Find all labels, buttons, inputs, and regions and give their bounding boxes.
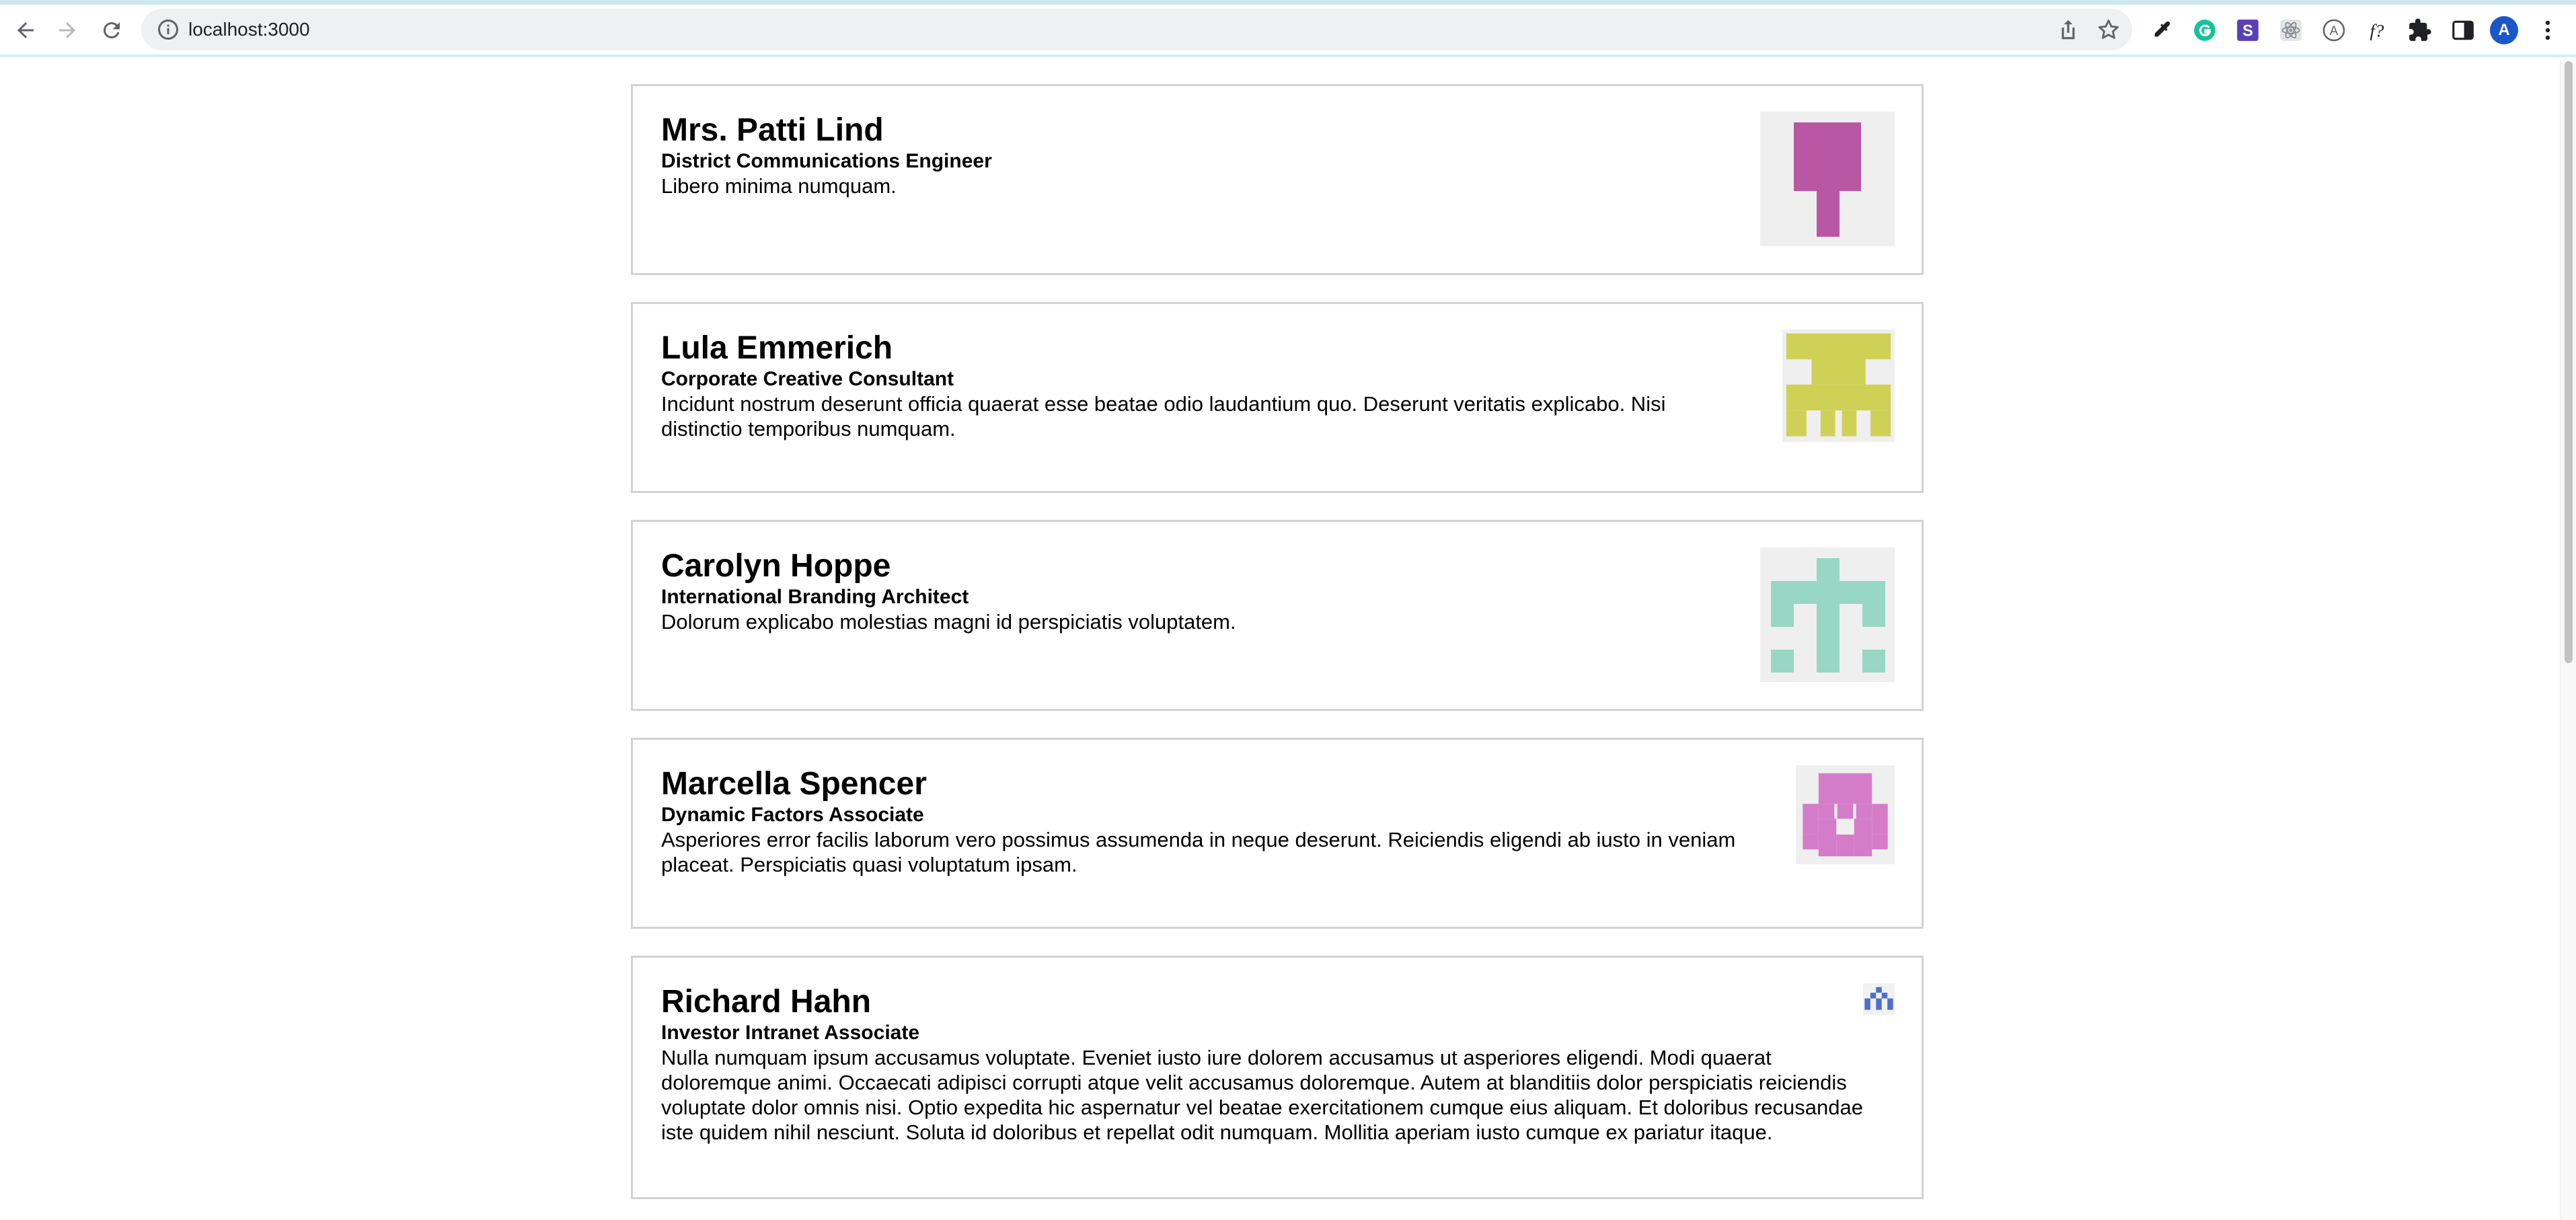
- star-icon[interactable]: [2096, 17, 2121, 42]
- profile-card: Marcella Spencer Dynamic Factors Associa…: [631, 738, 1924, 929]
- identicon-avatar: [1760, 112, 1895, 246]
- profile-job-title: Corporate Creative Consultant: [661, 368, 954, 390]
- identicon-avatar-image: [1786, 333, 1891, 436]
- profile-job-title: International Branding Architect: [661, 586, 969, 608]
- a-extension-icon[interactable]: A: [2319, 15, 2349, 45]
- profile-bio: Incidunt nostrum deserunt officia quaera…: [661, 392, 1666, 441]
- profile-avatar[interactable]: A: [2490, 16, 2518, 44]
- reload-icon[interactable]: [93, 11, 130, 49]
- identicon-pattern: [1786, 333, 1891, 436]
- page-viewport: Mrs. Patti Lind District Communications …: [0, 60, 2560, 1220]
- profile-job-title: Dynamic Factors Associate: [661, 804, 924, 826]
- profile-bio: Asperiores error facilis laborum vero po…: [661, 828, 1736, 876]
- identicon-pattern: [1771, 558, 1885, 673]
- profile-job-title: Investor Intranet Associate: [661, 1022, 920, 1044]
- profile-bio: Libero minima numquam.: [661, 174, 897, 198]
- profile-bio: Nulla numquam ipsum accusamus voluptate.…: [661, 1046, 1863, 1144]
- browser-toolbar: localhost:3000 S A f? A: [0, 5, 2576, 57]
- profile-name: Carolyn Hoppe: [661, 548, 891, 584]
- profile-text: Mrs. Patti Lind District Communications …: [661, 112, 1710, 198]
- profile-name: Marcella Spencer: [661, 766, 927, 802]
- profile-card: Mrs. Patti Lind District Communications …: [631, 84, 1924, 275]
- page-scrollbar[interactable]: [2560, 60, 2576, 1220]
- identicon-avatar-image: [1771, 558, 1885, 673]
- profile-text: Richard Hahn Investor Intranet Associate…: [661, 983, 1872, 1145]
- formula-icon[interactable]: f?: [2362, 15, 2392, 45]
- grammarly-icon[interactable]: [2190, 15, 2220, 45]
- share-icon[interactable]: [2055, 17, 2081, 42]
- profile-bio: Dolorum explicabo molestias magni id per…: [661, 610, 1236, 634]
- s-extension-icon[interactable]: S: [2233, 15, 2263, 45]
- kebab-menu-icon[interactable]: [2533, 15, 2563, 45]
- profile-text: Carolyn Hoppe International Branding Arc…: [661, 547, 1710, 634]
- identicon-avatar-image: [1803, 773, 1888, 857]
- eyedropper-icon[interactable]: [2147, 15, 2176, 45]
- identicon-avatar: [1796, 765, 1895, 864]
- profile-name: Lula Emmerich: [661, 330, 893, 366]
- svg-text:A: A: [2330, 24, 2339, 38]
- identicon-avatar: [1760, 547, 1895, 682]
- profile-name: Mrs. Patti Lind: [661, 112, 884, 148]
- profile-text: Lula Emmerich Corporate Creative Consult…: [661, 330, 1751, 441]
- url-text[interactable]: localhost:3000: [188, 18, 310, 41]
- identicon-avatar: [1863, 983, 1895, 1015]
- identicon-avatar-image: [1794, 122, 1861, 237]
- identicon-pattern: [1794, 122, 1861, 237]
- profile-job-title: District Communications Engineer: [661, 150, 992, 172]
- identicon-pattern: [1803, 773, 1888, 857]
- puzzle-icon[interactable]: [2405, 15, 2435, 45]
- sidepanel-icon[interactable]: [2448, 15, 2478, 45]
- window-top-strip: [0, 0, 2576, 5]
- profile-card: Carolyn Hoppe International Branding Arc…: [631, 520, 1924, 711]
- profile-name: Richard Hahn: [661, 984, 872, 1020]
- svg-text:S: S: [2242, 22, 2253, 40]
- svg-text:f?: f?: [2370, 21, 2384, 41]
- forward-arrow-icon[interactable]: [48, 11, 86, 49]
- identicon-avatar-image: [1864, 987, 1893, 1010]
- identicon-pattern: [1864, 987, 1893, 1010]
- address-bar[interactable]: localhost:3000: [141, 9, 2132, 50]
- react-devtools-icon[interactable]: [2276, 15, 2306, 45]
- profile-card: Richard Hahn Investor Intranet Associate…: [631, 956, 1924, 1199]
- info-icon[interactable]: [156, 17, 180, 42]
- profile-text: Marcella Spencer Dynamic Factors Associa…: [661, 765, 1791, 877]
- scrollbar-thumb[interactable]: [2565, 61, 2573, 663]
- identicon-avatar: [1782, 330, 1895, 442]
- back-arrow-icon[interactable]: [7, 11, 44, 49]
- profile-card: Lula Emmerich Corporate Creative Consult…: [631, 302, 1924, 493]
